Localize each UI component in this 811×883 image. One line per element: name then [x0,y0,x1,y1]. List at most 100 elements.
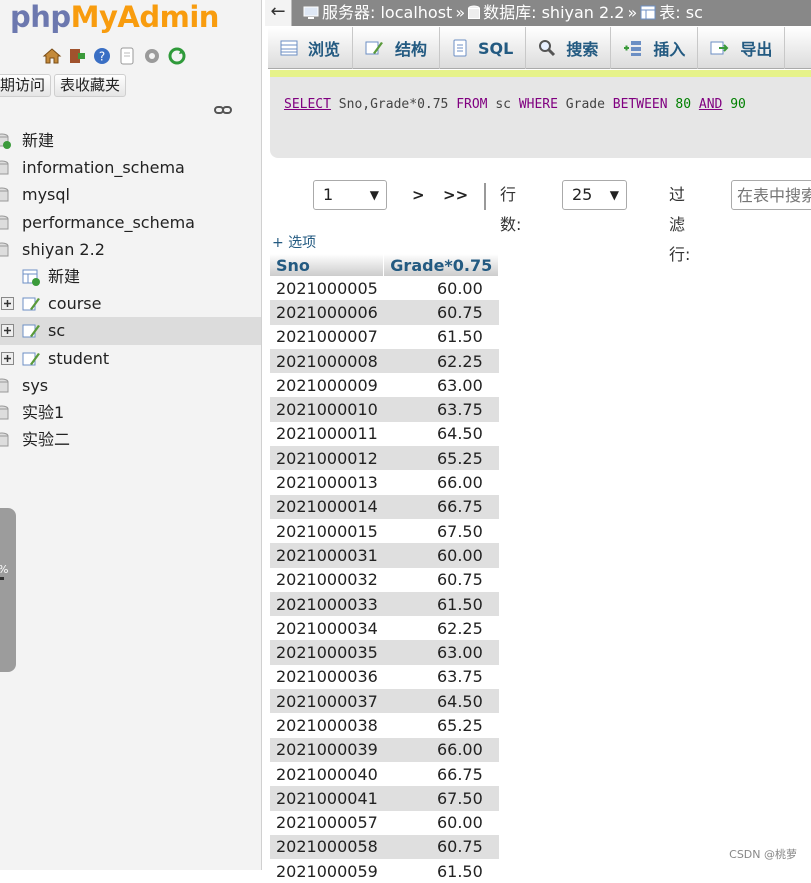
tree-item-label[interactable]: sys [22,372,48,399]
reload-icon[interactable] [167,46,187,66]
page-select[interactable]: 1 ▼ [313,180,387,210]
tab-search[interactable]: 搜索 [526,27,612,69]
table-structure-icon[interactable] [22,350,42,368]
tree-item-label[interactable]: mysql [22,181,70,208]
table-row[interactable]: 2021000011 64.50 [270,421,499,447]
cell-grade[interactable]: 66.00 [383,737,499,762]
table-row[interactable]: 2021000015 67.50 [270,518,499,544]
cell-grade[interactable]: 66.00 [383,470,499,495]
scroll-widget-handle[interactable] [0,577,4,580]
expand-icon[interactable] [1,324,14,338]
breadcrumb-table[interactable]: 表: sc [640,0,703,25]
tree-item-label[interactable]: 实验1 [22,399,64,426]
help-icon[interactable]: ? [92,46,112,66]
tree-item-label[interactable]: performance_schema [22,209,195,236]
cell-grade[interactable]: 65.25 [383,713,499,738]
cell-sno[interactable]: 2021000059 [270,859,384,883]
cell-grade[interactable]: 60.00 [383,810,499,835]
table-row[interactable]: 2021000006 60.75 [270,300,499,325]
cell-sno[interactable]: 2021000036 [270,664,384,690]
cell-grade[interactable]: 61.50 [383,324,499,349]
table-row[interactable]: 2021000005 60.00 [270,276,499,301]
cell-sno[interactable]: 2021000010 [270,397,384,422]
breadcrumb-database[interactable]: 数据库: shiyan 2.2 [468,0,624,25]
tree-item-label[interactable]: student [48,345,109,372]
favorite-tables-button[interactable]: 表收藏夹 [54,74,127,97]
cell-grade[interactable]: 65.25 [383,446,499,471]
tree-item-label[interactable]: 新建 [48,263,80,290]
table-row[interactable]: 2021000059 61.50 [270,859,499,883]
cell-sno[interactable]: 2021000005 [270,276,384,301]
last-page-button[interactable]: >> [443,180,468,210]
table-structure-icon[interactable] [22,295,42,313]
cell-grade[interactable]: 64.50 [383,421,499,447]
cell-grade[interactable]: 63.75 [383,664,499,690]
rows-select[interactable]: 25 ▼ [562,180,627,210]
cell-sno[interactable]: 2021000009 [270,373,384,398]
cell-sno[interactable]: 2021000040 [270,761,384,787]
cell-grade[interactable]: 62.25 [383,348,499,374]
cell-sno[interactable]: 2021000035 [270,640,384,665]
tree-item-shiyan2[interactable]: 实验二 [0,426,261,453]
cell-grade[interactable]: 62.25 [383,616,499,641]
cell-grade[interactable]: 67.50 [383,786,499,811]
cell-sno[interactable]: 2021000014 [270,494,384,519]
expand-icon[interactable] [1,351,14,365]
tree-item-course[interactable]: course [0,290,261,317]
options-toggle[interactable]: + 选项 [272,232,316,252]
tree-item-shiyan[interactable]: shiyan 2.2 [0,236,261,263]
cell-sno[interactable]: 2021000041 [270,786,384,811]
table-row[interactable]: 2021000034 62.25 [270,616,499,641]
logout-icon[interactable] [67,46,87,66]
cell-grade[interactable]: 64.50 [383,689,499,714]
cell-grade[interactable]: 60.00 [383,276,499,301]
tab-sql[interactable]: SQL [440,27,527,69]
tree-item-label[interactable]: course [48,290,101,317]
back-arrow-icon[interactable]: ← [265,0,292,26]
cell-grade[interactable]: 61.50 [383,859,499,883]
tab-structure[interactable]: 结构 [353,27,441,69]
cell-grade[interactable]: 63.00 [383,640,499,665]
table-row[interactable]: 2021000041 67.50 [270,786,499,811]
tree-item-label[interactable]: sc [48,317,65,344]
table-row[interactable]: 2021000013 66.00 [270,470,499,495]
cell-sno[interactable]: 2021000007 [270,324,384,349]
tab-browse[interactable]: 浏览 [268,27,354,69]
tree-item-label[interactable]: 新建 [22,127,54,154]
cell-sno[interactable]: 2021000039 [270,737,384,762]
tree-item-shiyan1[interactable]: 实验1 [0,399,261,426]
table-row[interactable]: 2021000058 60.75 [270,834,499,860]
cell-grade[interactable]: 60.75 [383,300,499,325]
cell-sno[interactable]: 2021000038 [270,713,384,738]
cell-sno[interactable]: 2021000031 [270,543,384,568]
next-page-button[interactable]: > [412,180,425,210]
cell-sno[interactable]: 2021000008 [270,348,384,374]
table-row[interactable]: 2021000031 60.00 [270,543,499,568]
cell-sno[interactable]: 2021000058 [270,834,384,860]
table-row[interactable]: 2021000035 63.00 [270,640,499,665]
cell-sno[interactable]: 2021000013 [270,470,384,495]
tree-item-label[interactable]: 实验二 [22,426,70,453]
scroll-widget[interactable]: % [0,508,16,672]
tree-item-mysql[interactable]: mysql [0,181,261,208]
tree-item-label[interactable]: information_schema [22,154,185,181]
tree-item-label[interactable]: shiyan 2.2 [22,236,105,263]
cell-grade[interactable]: 63.75 [383,397,499,422]
table-row[interactable]: 2021000014 66.75 [270,494,499,519]
tree-item-new-table[interactable]: 新建 [0,263,261,290]
table-row[interactable]: 2021000033 61.50 [270,591,499,617]
table-row[interactable]: 2021000040 66.75 [270,761,499,787]
cell-grade[interactable]: 60.75 [383,834,499,860]
recent-tables-button[interactable]: 期访问 [0,74,52,97]
table-row[interactable]: 2021000039 66.00 [270,737,499,762]
breadcrumb-server[interactable]: 服务器: localhost [303,0,452,25]
cell-sno[interactable]: 2021000033 [270,591,384,617]
home-icon[interactable] [42,46,62,66]
cell-grade[interactable]: 67.50 [383,518,499,544]
table-row[interactable]: 2021000037 64.50 [270,689,499,714]
tree-item-sc[interactable]: sc [0,317,261,345]
tree-item-performance-schema[interactable]: performance_schema [0,209,261,236]
table-row[interactable]: 2021000007 61.50 [270,324,499,349]
table-row[interactable]: 2021000009 63.00 [270,373,499,398]
sql-query-text[interactable]: SELECT Sno,Grade*0.75 FROM sc WHERE Grad… [284,97,746,112]
